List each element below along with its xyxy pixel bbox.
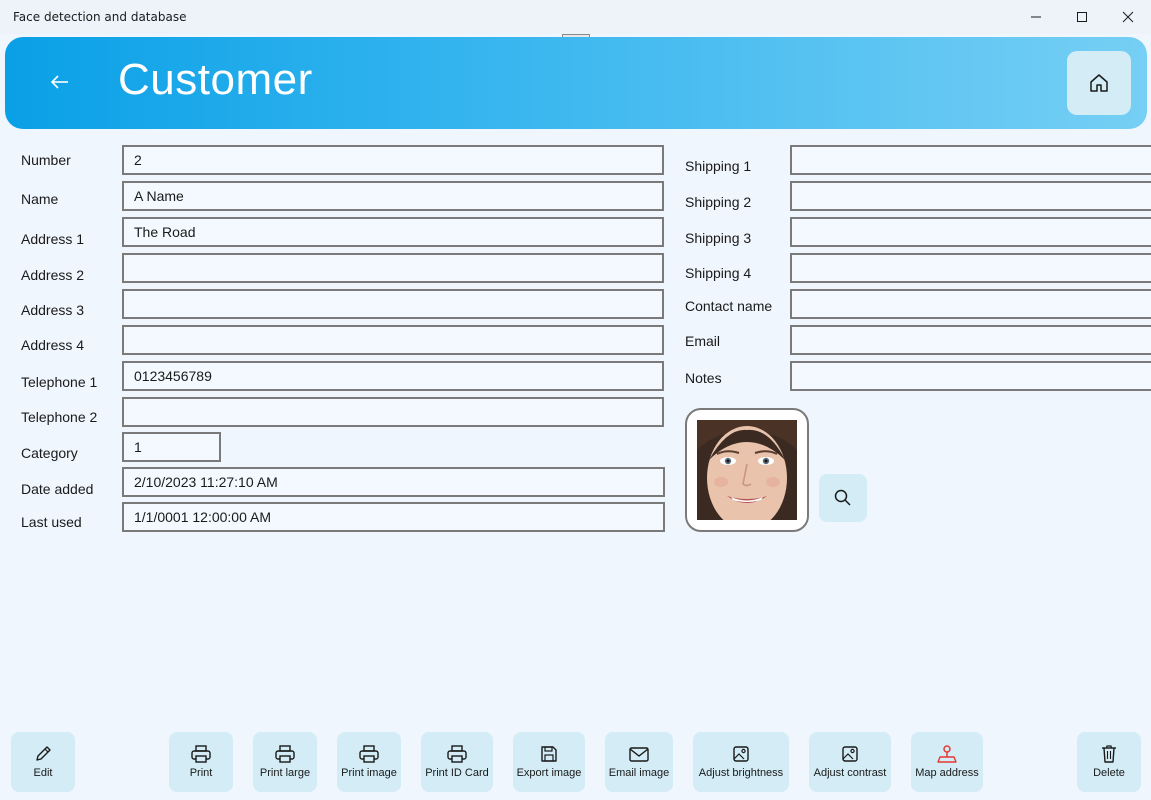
print-image-button[interactable]: Print image <box>337 732 401 792</box>
number-field[interactable]: 2 <box>122 145 664 175</box>
category-field[interactable]: 1 <box>122 432 221 462</box>
export-image-button[interactable]: Export image <box>513 732 585 792</box>
label-number: Number <box>21 152 71 168</box>
label-notes: Notes <box>685 370 722 386</box>
printer-icon <box>447 745 467 763</box>
adjust-contrast-label: Adjust contrast <box>813 767 887 779</box>
label-name: Name <box>21 191 59 207</box>
address-1-field[interactable]: The Road <box>122 217 664 247</box>
label-address-1: Address 1 <box>21 231 85 247</box>
page-title: Customer <box>118 55 313 104</box>
label-address-2: Address 2 <box>21 267 85 283</box>
mail-icon <box>629 747 649 762</box>
telephone-2-field[interactable] <box>122 397 664 427</box>
printer-icon <box>359 745 379 763</box>
address-4-field[interactable] <box>122 325 664 355</box>
delete-button[interactable]: Delete <box>1077 732 1141 792</box>
map-pin-icon <box>937 745 957 763</box>
maximize-icon <box>1077 12 1087 22</box>
window-title: Face detection and database <box>13 10 187 24</box>
search-icon <box>834 489 851 506</box>
address-3-field[interactable] <box>122 289 664 319</box>
label-email: Email <box>685 333 721 349</box>
image-icon <box>842 746 858 762</box>
shipping-2-field[interactable] <box>790 181 1151 211</box>
adjust-brightness-label: Adjust brightness <box>698 767 784 779</box>
shipping-3-field[interactable] <box>790 217 1151 247</box>
customer-photo <box>697 420 797 520</box>
map-address-button[interactable]: Map address <box>911 732 983 792</box>
trash-icon <box>1102 745 1116 763</box>
shipping-1-field[interactable] <box>790 145 1151 175</box>
label-shipping-3: Shipping 3 <box>685 230 752 246</box>
notes-field[interactable] <box>790 361 1151 391</box>
email-image-label: Email image <box>608 767 670 779</box>
last-used-field[interactable]: 1/1/0001 12:00:00 AM <box>122 502 665 532</box>
edit-button[interactable]: Edit <box>11 732 75 792</box>
telephone-1-field[interactable]: 0123456789 <box>122 361 664 391</box>
home-icon <box>1090 74 1108 92</box>
edit-label: Edit <box>33 767 53 779</box>
email-image-button[interactable]: Email image <box>605 732 673 792</box>
label-address-3: Address 3 <box>21 302 85 318</box>
close-icon <box>1122 11 1134 23</box>
label-telephone-1: Telephone 1 <box>21 374 98 390</box>
print-large-button[interactable]: Print large <box>253 732 317 792</box>
adjust-contrast-button[interactable]: Adjust contrast <box>809 732 891 792</box>
minimize-icon <box>1031 16 1041 18</box>
label-address-4: Address 4 <box>21 337 85 353</box>
minimize-button[interactable] <box>1013 0 1059 34</box>
label-date-added: Date added <box>21 481 94 497</box>
customer-photo-frame[interactable] <box>685 408 809 532</box>
back-button[interactable] <box>45 67 75 97</box>
print-id-card-button[interactable]: Print ID Card <box>421 732 493 792</box>
print-large-label: Print large <box>259 767 311 779</box>
label-shipping-1: Shipping 1 <box>685 158 752 174</box>
pencil-icon <box>36 746 51 761</box>
map-address-label: Map address <box>915 767 979 779</box>
label-category: Category <box>21 445 78 461</box>
close-button[interactable] <box>1105 0 1151 34</box>
arrow-left-icon <box>50 75 68 89</box>
printer-icon <box>275 745 295 763</box>
maximize-button[interactable] <box>1059 0 1105 34</box>
label-shipping-2: Shipping 2 <box>685 194 752 210</box>
label-shipping-4: Shipping 4 <box>685 265 752 281</box>
print-label: Print <box>189 767 213 779</box>
label-last-used: Last used <box>21 514 82 530</box>
print-button[interactable]: Print <box>169 732 233 792</box>
image-icon <box>733 746 749 762</box>
date-added-field[interactable]: 2/10/2023 11:27:10 AM <box>122 467 665 497</box>
save-icon <box>541 746 557 762</box>
shipping-4-field[interactable] <box>790 253 1151 283</box>
export-image-label: Export image <box>516 767 582 779</box>
title-bar: Face detection and database <box>0 0 1151 34</box>
name-field[interactable]: A Name <box>122 181 664 211</box>
adjust-brightness-button[interactable]: Adjust brightness <box>693 732 789 792</box>
contact-name-field[interactable] <box>790 289 1151 319</box>
label-telephone-2: Telephone 2 <box>21 409 98 425</box>
printer-icon <box>191 745 211 763</box>
customer-form: Number Name Address 1 Address 2 Address … <box>7 137 1151 737</box>
label-contact-name: Contact name <box>685 298 773 314</box>
address-2-field[interactable] <box>122 253 664 283</box>
home-button[interactable] <box>1067 51 1131 115</box>
search-face-button[interactable] <box>819 474 867 522</box>
page-header: Customer <box>5 37 1147 129</box>
print-image-label: Print image <box>341 767 397 779</box>
delete-label: Delete <box>1093 767 1125 779</box>
print-id-card-label: Print ID Card <box>425 767 489 779</box>
email-field[interactable] <box>790 325 1151 355</box>
